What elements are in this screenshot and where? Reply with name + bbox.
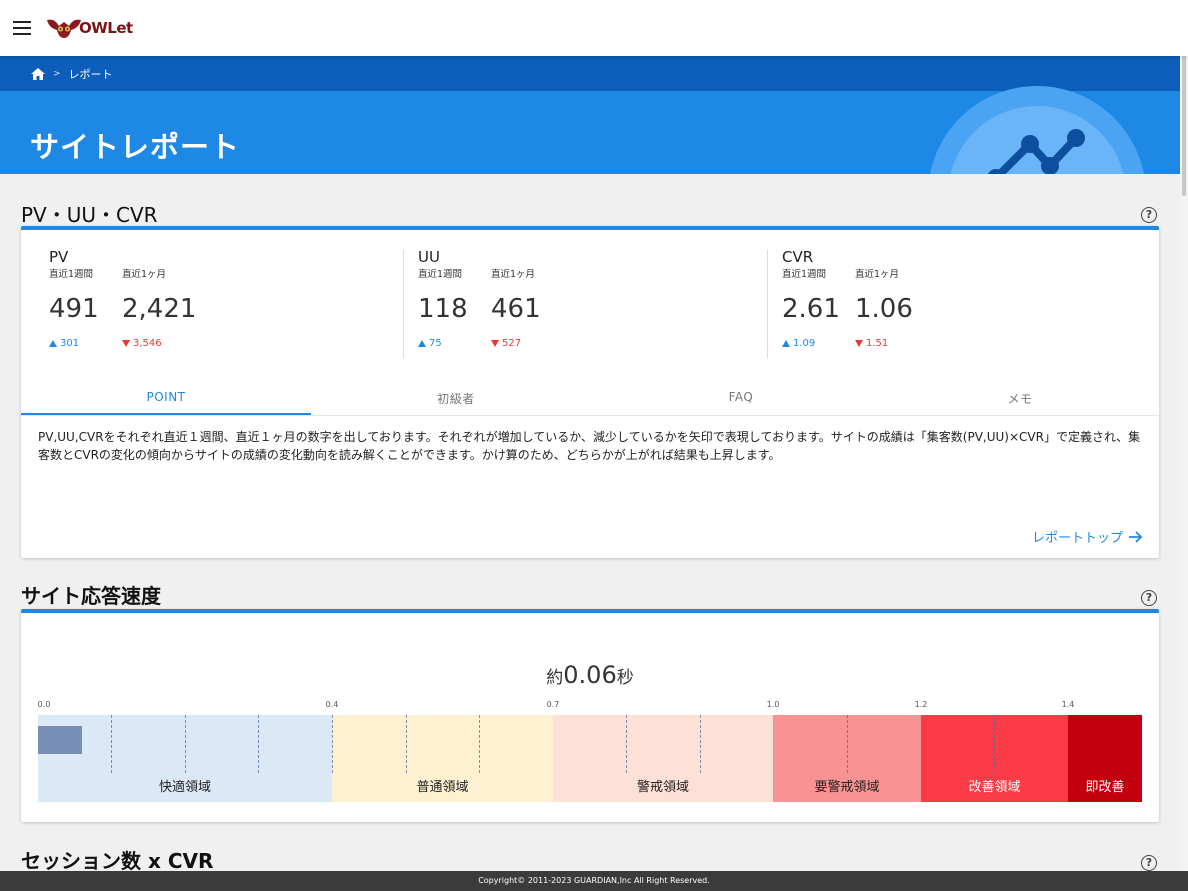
gauge-gridline	[700, 715, 701, 773]
gauge-gridline	[626, 715, 627, 773]
zone-label-caution: 警戒領域	[553, 773, 773, 802]
week-value: 491	[49, 294, 99, 324]
zone-label-comfort: 快適領域	[38, 773, 332, 802]
arrow-right-icon	[1129, 530, 1143, 543]
section-title-session-cvr: セッション数 x CVR	[21, 849, 214, 873]
section-title-pv-uu-cvr: PV・UU・CVR	[21, 203, 158, 227]
gauge-gridline	[406, 715, 407, 773]
page-title: サイトレポート	[30, 130, 241, 164]
metric-name: UU	[418, 248, 440, 266]
month-delta: 3,546	[122, 338, 162, 349]
arrow-up-icon	[49, 340, 57, 347]
arrow-up-icon	[782, 340, 790, 347]
tick-label: 0.0	[37, 700, 51, 709]
speed-prefix: 約	[546, 668, 564, 688]
week-label: 直近1週間	[49, 269, 94, 280]
tick-label: 0.4	[325, 700, 339, 709]
week-value: 2.61	[782, 294, 840, 324]
speed-number: 0.06	[563, 661, 617, 689]
breadcrumb-separator-icon: >	[53, 68, 61, 79]
week-delta: 301	[49, 338, 122, 349]
page-scrollbar[interactable]	[1180, 56, 1188, 871]
gauge-gridline	[258, 715, 259, 773]
zone-immediate-fill	[1068, 715, 1142, 773]
gauge-gridline	[185, 715, 186, 773]
metric-name: PV	[49, 248, 69, 266]
month-value: 1.06	[855, 294, 913, 324]
section-title-response-speed: サイト応答速度	[21, 584, 161, 608]
info-tabs: POINT 初級者 FAQ メモ	[21, 380, 1159, 416]
week-value: 118	[418, 294, 468, 324]
week-delta: 75	[418, 338, 491, 349]
owlet-logo[interactable]: OWLet	[45, 16, 133, 40]
tab-point[interactable]: POINT	[21, 380, 311, 415]
tick-label: 1.2	[914, 700, 928, 709]
tick-label: 0.7	[546, 700, 560, 709]
report-top-link-label: レポートトップ	[1031, 531, 1123, 546]
home-icon[interactable]	[31, 67, 45, 80]
breadcrumb-current[interactable]: レポート	[69, 66, 113, 82]
tab-faq[interactable]: FAQ	[601, 380, 881, 415]
gauge-gridline	[111, 715, 112, 773]
report-top-link[interactable]: レポートトップ	[1032, 527, 1143, 546]
trend-line-icon	[987, 129, 1085, 174]
gauge-gridline	[479, 715, 480, 773]
arrow-up-icon	[418, 340, 426, 347]
arrow-down-icon	[122, 340, 130, 347]
zone-label-improve: 改善領域	[921, 773, 1068, 802]
response-speed-value: 約0.06秒	[21, 661, 1159, 689]
tab-memo[interactable]: メモ	[881, 380, 1159, 415]
month-label: 直近1ヶ月	[122, 269, 167, 280]
zone-label-high-caution: 要警戒領域	[773, 773, 921, 802]
zone-label-immediate: 即改善	[1068, 773, 1142, 802]
gauge-gridline	[994, 715, 995, 773]
arrow-down-icon	[855, 340, 863, 347]
arrow-down-icon	[491, 340, 499, 347]
month-value: 2,421	[122, 294, 197, 324]
divider	[403, 250, 404, 358]
help-icon[interactable]: ?	[1141, 590, 1157, 606]
app-bar: OWLet	[0, 0, 1188, 56]
response-time-bar	[38, 726, 83, 754]
month-delta: 527	[491, 338, 521, 349]
speed-gauge: 0.0 0.4 0.7 1.0 1.2 1.4 快適領域 普通領域 警戒領域 要…	[38, 693, 1142, 808]
week-label: 直近1週間	[418, 269, 463, 280]
footer-copyright: Copyright© 2011-2023 GUARDIAN,Inc All Ri…	[0, 871, 1188, 891]
month-label: 直近1ヶ月	[491, 269, 536, 280]
week-label: 直近1週間	[782, 269, 827, 280]
gauge-gridline	[847, 715, 848, 773]
month-delta: 1.51	[855, 338, 888, 349]
scrollbar-thumb[interactable]	[1182, 56, 1186, 196]
hero-inner-circle	[948, 106, 1126, 174]
tab-beginner[interactable]: 初級者	[311, 380, 601, 415]
owl-logo-icon	[47, 19, 81, 38]
zone-normal-fill	[332, 715, 553, 773]
help-icon[interactable]: ?	[1141, 855, 1157, 871]
tick-label: 1.4	[1061, 700, 1075, 709]
week-delta: 1.09	[782, 338, 855, 349]
point-description: PV,UU,CVRをそれぞれ直近１週間、直近１ヶ月の数字を出しております。それぞ…	[38, 430, 1141, 462]
divider	[767, 250, 768, 358]
tick-label: 1.0	[766, 700, 780, 709]
pv-uu-cvr-card: PV 直近1週間 直近1ヶ月 491 2,421 301 3,546 UU 直近1週…	[21, 226, 1159, 558]
metric-uu: UU 直近1週間 直近1ヶ月 118 461 75 527	[418, 248, 541, 349]
metric-name: CVR	[782, 248, 814, 266]
month-value: 461	[491, 294, 541, 324]
response-speed-card: 約0.06秒 0.0 0.4 0.7 1.0 1.2 1.4 快適領域 普通領域…	[21, 609, 1159, 822]
zone-caution-fill	[553, 715, 773, 773]
zone-label-normal: 普通領域	[332, 773, 553, 802]
gauge-gridline	[332, 715, 333, 773]
speed-suffix: 秒	[616, 668, 634, 688]
help-icon[interactable]: ?	[1141, 207, 1157, 223]
hamburger-menu-icon[interactable]	[13, 21, 31, 35]
metric-pv: PV 直近1週間 直近1ヶ月 491 2,421 301 3,546	[49, 248, 196, 349]
logo-text: OWLet	[79, 19, 133, 37]
metric-cvr: CVR 直近1週間 直近1ヶ月 2.61 1.06 1.09 1.51	[782, 248, 913, 349]
breadcrumb: > レポート	[0, 56, 1188, 91]
month-label: 直近1ヶ月	[855, 269, 900, 280]
